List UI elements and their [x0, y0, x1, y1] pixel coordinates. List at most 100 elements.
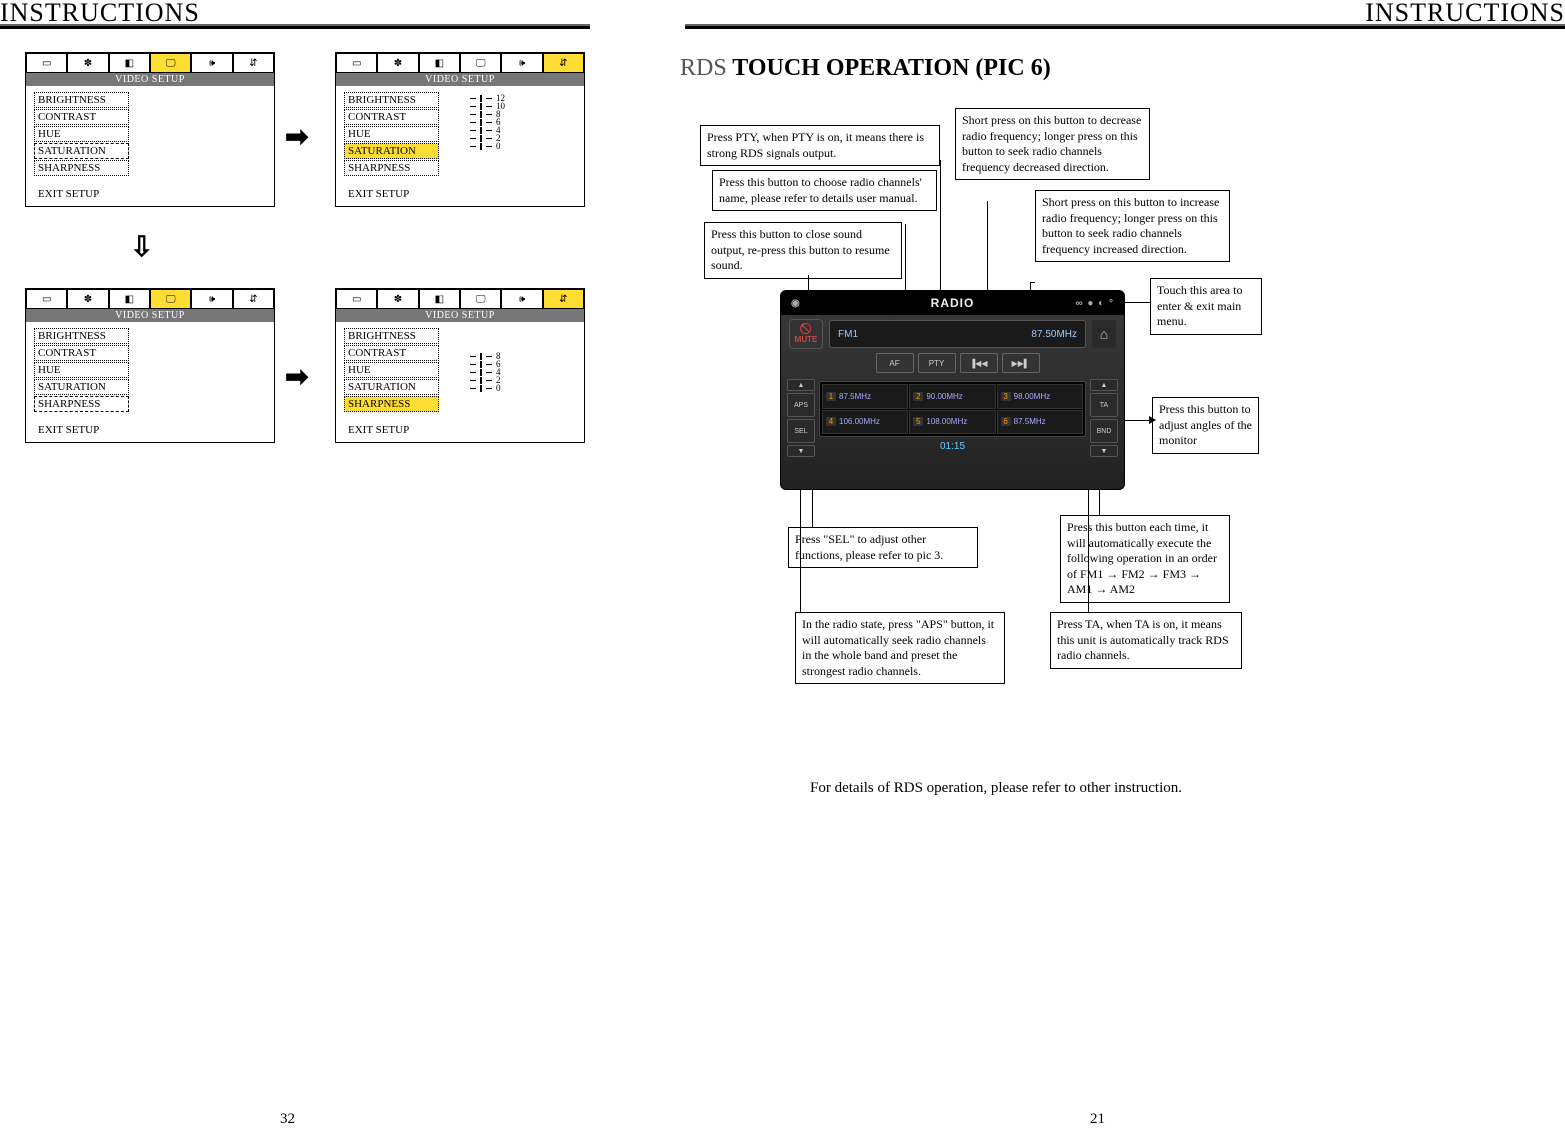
menu-brightness[interactable]: BRIGHTNESS: [34, 328, 129, 344]
arrow-right-icon: ➡: [285, 360, 308, 394]
sharpness-scale: 8 6 4 2 0: [466, 352, 501, 392]
next-button[interactable]: ▶▶▌: [1002, 353, 1040, 373]
menu-hue[interactable]: HUE: [34, 362, 129, 378]
panel-title: VIDEO SETUP: [26, 309, 274, 322]
video-panel-2: ▭ ✽ ◧ 🖵 🕪 ⇵ VIDEO SETUP BRIGHTNESS CONTR…: [335, 52, 585, 207]
menu-saturation[interactable]: SATURATION: [344, 379, 439, 395]
menu-contrast[interactable]: CONTRAST: [34, 109, 129, 125]
video-panel-4: ▭ ✽ ◧ 🖵 🕪 ⇵ VIDEO SETUP BRIGHTNESS CONTR…: [335, 288, 585, 443]
arrow-up-button[interactable]: ▲: [787, 379, 815, 391]
preset-val: 87.5MHz: [839, 392, 871, 401]
prev-button[interactable]: ▐◀◀: [960, 353, 998, 373]
tab-display-icon[interactable]: ▭: [336, 53, 377, 73]
preset-4[interactable]: 4106.00MHz: [822, 410, 908, 435]
menu-hue[interactable]: HUE: [34, 126, 129, 142]
tab-bar: ▭ ✽ ◧ 🖵 🕪 ⇵: [26, 53, 274, 73]
preset-6[interactable]: 687.5MHz: [997, 410, 1083, 435]
tab-display-icon[interactable]: ▭: [26, 53, 67, 73]
menu-sharpness[interactable]: SHARPNESS: [344, 160, 439, 176]
tab-color-icon[interactable]: ◧: [109, 53, 150, 73]
preset-num: 1: [826, 392, 836, 401]
tab-adjust-icon[interactable]: ⇵: [543, 53, 584, 73]
tab-monitor-icon[interactable]: 🖵: [460, 53, 501, 73]
callout-inc: Short press on this button to increase r…: [1035, 190, 1230, 262]
tab-display-icon[interactable]: ▭: [26, 289, 67, 309]
tab-adjust-icon[interactable]: ⇵: [543, 289, 584, 309]
preset-3[interactable]: 398.00MHz: [997, 384, 1083, 409]
rds-heading-light: RDS: [680, 55, 727, 81]
menu-sharpness-selected[interactable]: SHARPNESS: [344, 396, 439, 412]
exit-setup[interactable]: EXIT SETUP: [348, 424, 409, 436]
tab-speaker-icon[interactable]: 🕪: [501, 53, 542, 73]
panel-title: VIDEO SETUP: [336, 73, 584, 86]
clock-display: 01:15: [781, 441, 1124, 452]
menu-hue[interactable]: HUE: [344, 362, 439, 378]
menu-brightness[interactable]: BRIGHTNESS: [344, 328, 439, 344]
tab-adjust-icon[interactable]: ⇵: [233, 53, 274, 73]
device-brand: RADIO: [931, 296, 975, 310]
callout-sel: Press "SEL" to adjust other functions, p…: [788, 527, 978, 568]
arrow-down-button[interactable]: ▼: [1090, 445, 1118, 457]
preset-num: 3: [1001, 392, 1011, 401]
menu-sharpness[interactable]: SHARPNESS: [34, 160, 129, 176]
video-panel-3: ▭ ✽ ◧ 🖵 🕪 ⇵ VIDEO SETUP BRIGHTNESS CONTR…: [25, 288, 275, 443]
exit-setup[interactable]: EXIT SETUP: [348, 188, 409, 200]
arrow-up-button[interactable]: ▲: [1090, 379, 1118, 391]
menu-saturation[interactable]: SATURATION: [34, 379, 129, 395]
pty-button[interactable]: PTY: [918, 353, 956, 373]
menu-saturation[interactable]: SATURATION: [34, 143, 129, 159]
preset-val: 90.00MHz: [926, 392, 962, 401]
tab-speaker-icon[interactable]: 🕪: [191, 289, 232, 309]
preset-num: 4: [826, 417, 836, 426]
menu-hue[interactable]: HUE: [344, 126, 439, 142]
tab-settings-icon[interactable]: ✽: [67, 289, 108, 309]
preset-val: 108.00MHz: [926, 417, 967, 426]
preset-1[interactable]: 187.5MHz: [822, 384, 908, 409]
preset-num: 2: [913, 392, 923, 401]
freq-display: FM1 87.50MHz: [829, 320, 1086, 348]
tab-color-icon[interactable]: ◧: [109, 289, 150, 309]
tab-settings-icon[interactable]: ✽: [67, 53, 108, 73]
menu-contrast[interactable]: CONTRAST: [34, 345, 129, 361]
preset-5[interactable]: 5108.00MHz: [909, 410, 995, 435]
rds-heading: RDS TOUCH OPERATION (PIC 6): [680, 55, 1051, 82]
menu-contrast[interactable]: CONTRAST: [344, 345, 439, 361]
scale-val: 0: [496, 384, 501, 392]
af-button[interactable]: AF: [876, 353, 914, 373]
connector: [1030, 282, 1035, 283]
menu-brightness[interactable]: BRIGHTNESS: [34, 92, 129, 108]
ta-button[interactable]: TA: [1090, 393, 1118, 417]
callout-dec: Short press on this button to decrease r…: [955, 108, 1150, 180]
tab-color-icon[interactable]: ◧: [419, 53, 460, 73]
tab-monitor-icon[interactable]: 🖵: [150, 289, 191, 309]
callout-bnd: Press this button each time, it will aut…: [1060, 515, 1230, 603]
tab-monitor-icon[interactable]: 🖵: [460, 289, 501, 309]
status-icons: ∞ ● ◐ °: [1075, 298, 1114, 309]
band-label: FM1: [838, 329, 858, 340]
page-number-left: 32: [280, 1111, 295, 1128]
tab-display-icon[interactable]: ▭: [336, 289, 377, 309]
saturation-scale: 12 10 8 6 4 2 0: [466, 94, 505, 150]
menu-contrast[interactable]: CONTRAST: [344, 109, 439, 125]
tab-speaker-icon[interactable]: 🕪: [501, 289, 542, 309]
callout-ta: Press TA, when TA is on, it means this u…: [1050, 612, 1242, 669]
menu-sharpness[interactable]: SHARPNESS: [34, 396, 129, 412]
mute-button[interactable]: 🚫 MUTE: [789, 319, 823, 349]
home-button[interactable]: ⌂: [1092, 320, 1116, 348]
menu-brightness[interactable]: BRIGHTNESS: [344, 92, 439, 108]
callout-aps: In the radio state, press "APS" button, …: [795, 612, 1005, 684]
aps-button[interactable]: APS: [787, 393, 815, 417]
preset-2[interactable]: 290.00MHz: [909, 384, 995, 409]
sel-button[interactable]: SEL: [787, 419, 815, 443]
tab-settings-icon[interactable]: ✽: [377, 53, 418, 73]
arrow-down-button[interactable]: ▼: [787, 445, 815, 457]
bnd-button[interactable]: BND: [1090, 419, 1118, 443]
menu-saturation-selected[interactable]: SATURATION: [344, 143, 439, 159]
tab-speaker-icon[interactable]: 🕪: [191, 53, 232, 73]
tab-adjust-icon[interactable]: ⇵: [233, 289, 274, 309]
tab-color-icon[interactable]: ◧: [419, 289, 460, 309]
tab-settings-icon[interactable]: ✽: [377, 289, 418, 309]
exit-setup[interactable]: EXIT SETUP: [38, 188, 99, 200]
tab-monitor-icon[interactable]: 🖵: [150, 53, 191, 73]
exit-setup[interactable]: EXIT SETUP: [38, 424, 99, 436]
